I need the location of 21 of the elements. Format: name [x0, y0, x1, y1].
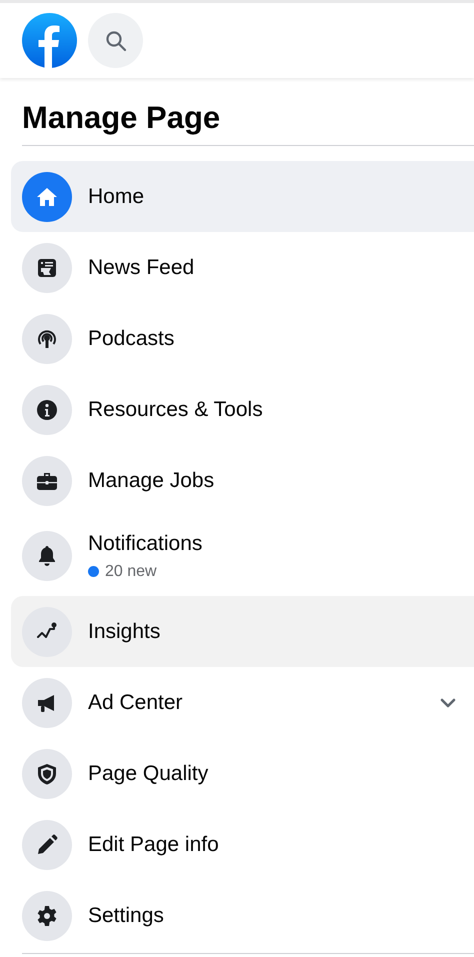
menu-label: Home [88, 184, 146, 210]
notification-count: 20 new [105, 562, 157, 582]
menu-item[interactable]: Home [11, 161, 474, 232]
menu-label: Notifications [88, 530, 204, 556]
menu-label: Podcasts [88, 326, 176, 352]
menu-label: News Feed [88, 254, 196, 280]
menu-label: Settings [88, 902, 165, 928]
shield-icon [35, 762, 59, 786]
menu-label: Resources & Tools [88, 396, 264, 422]
search-icon [104, 30, 126, 52]
menu-label: Edit Page info [88, 832, 220, 858]
menu-item[interactable]: Insights [11, 596, 474, 667]
menu-label: Page Quality [88, 760, 210, 786]
menu-label: Manage Jobs [88, 468, 216, 494]
settings-icon [35, 904, 59, 928]
menu-label: Ad Center [88, 690, 184, 716]
menu-label: Insights [88, 618, 162, 644]
pencil-icon [35, 832, 59, 856]
logo-icon[interactable] [22, 13, 77, 68]
page-title: Manage Page [22, 100, 222, 136]
info-icon [35, 398, 59, 422]
